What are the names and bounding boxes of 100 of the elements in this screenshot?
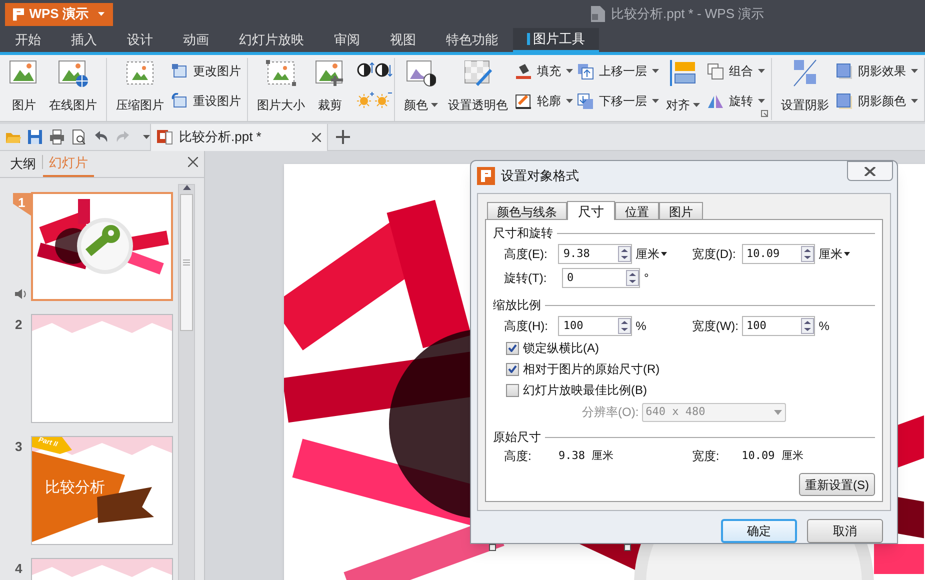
ribbon-button[interactable]: 上移一层	[577, 60, 659, 82]
slide-number: 1	[13, 193, 33, 217]
slide-thumbnail[interactable]	[31, 314, 173, 423]
ribbon-button[interactable]: 在线图片	[46, 58, 100, 114]
dialog-tab[interactable]: 颜色与线条	[487, 202, 567, 219]
checkbox-label: 相对于图片的原始尺寸(R)	[523, 361, 660, 378]
caret-icon	[911, 99, 918, 103]
ribbon-button[interactable]: 裁剪	[312, 58, 348, 114]
ribbon-button[interactable]: 更改图片	[171, 60, 241, 82]
save-icon	[27, 129, 43, 145]
toolbar-button[interactable]	[71, 129, 87, 145]
ribbon-button[interactable]: 颜色	[401, 58, 441, 114]
ribbon-button[interactable]: 压缩图片	[113, 58, 167, 114]
outline-pen-icon	[515, 92, 532, 110]
menu-tab[interactable]: 插入	[56, 28, 112, 52]
dialog-tab[interactable]: 尺寸	[567, 201, 615, 220]
toolbar-button[interactable]	[49, 129, 65, 145]
caret-icon	[566, 99, 573, 103]
caret-icon	[758, 69, 765, 73]
ribbon-button[interactable]: 图片大小	[254, 58, 308, 114]
toolbar-button[interactable]	[27, 129, 43, 145]
close-icon	[312, 132, 321, 142]
dialog-button[interactable]: 取消	[807, 519, 883, 543]
field-label: 分辨率(O):	[582, 404, 639, 421]
spin-field[interactable]: 10.09	[742, 244, 815, 264]
reset-button[interactable]: 重新设置(S)	[799, 473, 875, 496]
checkbox[interactable]	[506, 362, 519, 376]
ribbon-button[interactable]: 填充	[515, 60, 573, 82]
menu-tab[interactable]: 图片工具	[513, 28, 599, 52]
send-backward-icon	[577, 92, 594, 110]
checkbox[interactable]	[506, 384, 519, 396]
scrollbar[interactable]	[178, 184, 195, 580]
close-button[interactable]	[188, 157, 198, 167]
logo-icon	[13, 8, 24, 20]
spin-field[interactable]: 9.38	[558, 244, 632, 264]
plus-icon	[336, 130, 350, 144]
spin-field[interactable]: 100	[742, 316, 815, 336]
section-heading: 原始尺寸	[493, 429, 541, 446]
spinner-icon	[618, 318, 631, 334]
scroll-up-icon	[182, 185, 190, 190]
menu-tab[interactable]: 特色功能	[431, 28, 513, 52]
caret-icon	[143, 135, 150, 139]
document-tab[interactable]: 比较分析.ppt *	[150, 124, 328, 150]
slide-number: 3	[15, 438, 22, 456]
ribbon-button[interactable]: 组合	[707, 60, 765, 82]
ribbon-icon-button[interactable]	[356, 60, 375, 78]
selection-handle[interactable]	[489, 544, 496, 551]
ribbon-button[interactable]: 重设图片	[171, 90, 241, 112]
menu-tab[interactable]: 审阅	[319, 28, 375, 52]
section-heading: 缩放比例	[493, 297, 541, 314]
app-logo-icon	[477, 167, 495, 185]
bring-forward-icon	[577, 62, 594, 80]
field-label: 宽度:	[692, 448, 720, 465]
menu-tab[interactable]: 设计	[112, 28, 168, 52]
align-icon	[668, 58, 698, 88]
dialog-launcher-icon	[761, 110, 768, 117]
ribbon-button[interactable]: 设置阴影	[778, 58, 832, 114]
new-tab-button[interactable]	[336, 130, 350, 144]
caret-icon	[693, 103, 700, 107]
ribbon-button[interactable]: 图片	[6, 58, 42, 114]
spin-field[interactable]: 0	[562, 268, 640, 288]
spin-field[interactable]: 100	[558, 316, 632, 336]
presentation-file-icon	[157, 129, 173, 145]
slide-number: 2	[15, 316, 22, 334]
selection-handle[interactable]	[624, 544, 631, 551]
dialog-title: 设置对象格式	[501, 167, 579, 185]
shadow-color-icon	[836, 92, 853, 110]
dialog-button[interactable]: 确定	[721, 519, 797, 543]
caret-icon	[652, 69, 659, 73]
menu-tab[interactable]: 视图	[375, 28, 431, 52]
grip-icon	[183, 259, 190, 266]
app-menu-button[interactable]: WPS 演示	[5, 2, 113, 26]
ribbon-button[interactable]: 轮廓	[515, 90, 573, 112]
ribbon-button[interactable]: 阴影颜色	[836, 90, 918, 112]
unit-label: %	[636, 318, 646, 335]
checkmark-icon	[508, 365, 517, 373]
checkbox[interactable]	[506, 342, 519, 354]
dialog-tab[interactable]: 图片	[659, 202, 703, 219]
document-icon	[591, 6, 605, 22]
print-icon	[49, 129, 65, 145]
panel-tab[interactable]: 大纲	[4, 151, 42, 177]
field-label: 宽度(D):	[692, 246, 737, 263]
field-value: 10.09 厘米	[742, 448, 804, 464]
slide-number: 4	[15, 560, 22, 578]
close-button[interactable]	[847, 161, 893, 181]
checkmark-icon	[508, 344, 517, 352]
ribbon-button[interactable]: 对齐	[663, 58, 703, 114]
menu-tab[interactable]: 开始	[0, 28, 56, 52]
ribbon-button[interactable]: 旋转	[707, 90, 765, 112]
spinner-icon	[618, 246, 631, 262]
menu-tab[interactable]: 幻灯片放映	[224, 28, 319, 52]
contrast-down-icon	[374, 60, 392, 78]
scrollbar-thumb[interactable]	[180, 194, 193, 331]
spinner-icon	[626, 270, 639, 286]
ribbon-button[interactable]: 设置透明色	[445, 58, 511, 114]
dialog-tab[interactable]: 位置	[615, 202, 659, 219]
ribbon-button[interactable]: 下移一层	[577, 90, 659, 112]
field-label: 高度(H):	[504, 318, 549, 335]
ribbon-button[interactable]: 阴影效果	[836, 60, 918, 82]
menu-tab[interactable]: 动画	[168, 28, 224, 52]
